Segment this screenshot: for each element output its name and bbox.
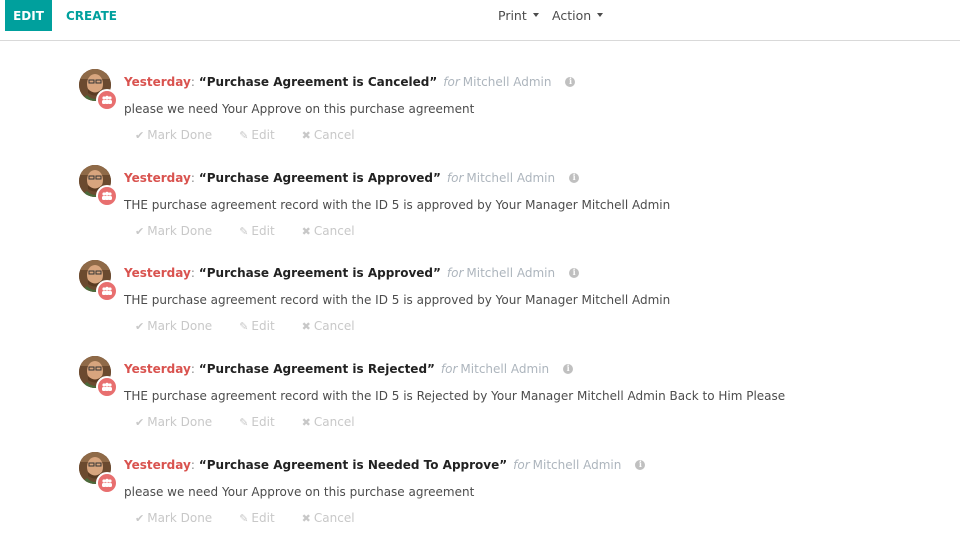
- info-icon[interactable]: [569, 267, 580, 278]
- activity-note: please we need Your Approve on this purc…: [124, 485, 475, 499]
- activity-type-badge: [96, 185, 118, 207]
- activity-actions: ✔ Mark Done ✎ Edit ✖ Cancel: [135, 319, 382, 333]
- edit-activity-button[interactable]: ✎ Edit: [239, 319, 274, 333]
- pencil-icon: ✎: [239, 224, 249, 238]
- activity-summary: “Purchase Agreement is Approved”: [198, 266, 441, 280]
- mark-done-button[interactable]: ✔ Mark Done: [135, 319, 212, 333]
- activity-note: THE purchase agreement record with the I…: [124, 389, 786, 403]
- check-icon: ✔: [135, 415, 145, 429]
- assigned-user: Mitchell Admin: [460, 362, 550, 376]
- for-label: for: [440, 362, 458, 376]
- users-icon: [102, 478, 112, 487]
- print-label: Print: [498, 8, 527, 23]
- for-label: for: [443, 75, 460, 89]
- activity-date: Yesterday: [124, 75, 191, 89]
- action-dropdown[interactable]: Action: [552, 0, 604, 31]
- for-label: for: [446, 266, 464, 280]
- activity-item: Yesterday: “Purchase Agreement is Cancel…: [79, 69, 939, 164]
- check-icon: ✔: [135, 511, 145, 525]
- cancel-activity-button[interactable]: ✖ Cancel: [302, 224, 355, 238]
- users-icon: [102, 95, 112, 104]
- mark-done-button[interactable]: ✔ Mark Done: [135, 511, 212, 525]
- caret-down-icon: [597, 12, 604, 17]
- activity-header: Yesterday: “Purchase Agreement is Reject…: [124, 362, 574, 376]
- close-icon: ✖: [301, 319, 311, 333]
- print-dropdown[interactable]: Print: [498, 0, 539, 31]
- activity-note: THE purchase agreement record with the I…: [124, 293, 671, 307]
- activity-date: Yesterday: [124, 362, 191, 376]
- activity-item: Yesterday: “Purchase Agreement is Needed…: [79, 452, 939, 547]
- cancel-activity-button[interactable]: ✖ Cancel: [302, 415, 355, 429]
- edit-button[interactable]: EDIT: [5, 0, 52, 31]
- info-icon[interactable]: [565, 76, 576, 87]
- mark-done-button[interactable]: ✔ Mark Done: [135, 415, 212, 429]
- assigned-user: Mitchell Admin: [532, 458, 622, 472]
- activity-type-badge: [96, 89, 118, 111]
- activity-summary: “Purchase Agreement is Approved”: [198, 171, 441, 185]
- pencil-icon: ✎: [239, 128, 249, 142]
- edit-activity-button[interactable]: ✎ Edit: [239, 415, 274, 429]
- control-panel: EDIT CREATE Print Action: [0, 0, 960, 41]
- info-icon[interactable]: [635, 459, 646, 470]
- info-icon[interactable]: [569, 172, 580, 183]
- check-icon: ✔: [135, 128, 145, 142]
- activity-type-badge: [96, 280, 118, 302]
- close-icon: ✖: [301, 415, 311, 429]
- info-icon[interactable]: [563, 363, 574, 374]
- activity-item: Yesterday: “Purchase Agreement is Approv…: [79, 260, 939, 355]
- users-icon: [102, 286, 112, 295]
- check-icon: ✔: [135, 224, 145, 238]
- mark-done-button[interactable]: ✔ Mark Done: [135, 128, 212, 142]
- activity-note: THE purchase agreement record with the I…: [124, 198, 671, 212]
- activity-header: Yesterday: “Purchase Agreement is Cancel…: [124, 75, 576, 89]
- assigned-user: Mitchell Admin: [466, 171, 556, 185]
- assigned-user: Mitchell Admin: [462, 75, 552, 89]
- edit-activity-button[interactable]: ✎ Edit: [239, 128, 274, 142]
- activity-actions: ✔ Mark Done ✎ Edit ✖ Cancel: [135, 128, 382, 142]
- caret-down-icon: [532, 12, 539, 17]
- activity-actions: ✔ Mark Done ✎ Edit ✖ Cancel: [135, 415, 382, 429]
- assigned-user: Mitchell Admin: [466, 266, 556, 280]
- activity-header: Yesterday: “Purchase Agreement is Approv…: [124, 171, 580, 185]
- users-icon: [102, 191, 112, 200]
- activity-date: Yesterday: [124, 171, 191, 185]
- activity-summary: “Purchase Agreement is Canceled”: [198, 75, 438, 89]
- edit-activity-button[interactable]: ✎ Edit: [239, 224, 274, 238]
- activity-summary: “Purchase Agreement is Needed To Approve…: [198, 458, 508, 472]
- activity-actions: ✔ Mark Done ✎ Edit ✖ Cancel: [135, 224, 382, 238]
- pencil-icon: ✎: [239, 415, 249, 429]
- close-icon: ✖: [301, 511, 311, 525]
- for-label: for: [513, 458, 530, 472]
- check-icon: ✔: [135, 319, 145, 333]
- activity-actions: ✔ Mark Done ✎ Edit ✖ Cancel: [135, 511, 382, 525]
- activity-summary: “Purchase Agreement is Rejected”: [198, 362, 435, 376]
- close-icon: ✖: [301, 128, 311, 142]
- mark-done-button[interactable]: ✔ Mark Done: [135, 224, 212, 238]
- activity-note: please we need Your Approve on this purc…: [124, 102, 475, 116]
- activity-type-badge: [96, 376, 118, 398]
- activity-date: Yesterday: [124, 266, 191, 280]
- activity-header: Yesterday: “Purchase Agreement is Needed…: [124, 458, 646, 472]
- cancel-activity-button[interactable]: ✖ Cancel: [302, 128, 355, 142]
- for-label: for: [446, 171, 464, 185]
- activity-item: Yesterday: “Purchase Agreement is Reject…: [79, 356, 939, 451]
- users-icon: [102, 382, 112, 391]
- create-button[interactable]: CREATE: [60, 0, 123, 31]
- activity-date: Yesterday: [124, 458, 191, 472]
- activity-item: Yesterday: “Purchase Agreement is Approv…: [79, 165, 939, 260]
- action-label: Action: [552, 8, 592, 23]
- activity-header: Yesterday: “Purchase Agreement is Approv…: [124, 266, 580, 280]
- pencil-icon: ✎: [239, 319, 249, 333]
- cancel-activity-button[interactable]: ✖ Cancel: [302, 319, 355, 333]
- activity-type-badge: [96, 472, 118, 494]
- cancel-activity-button[interactable]: ✖ Cancel: [302, 511, 355, 525]
- close-icon: ✖: [301, 224, 311, 238]
- edit-activity-button[interactable]: ✎ Edit: [239, 511, 274, 525]
- pencil-icon: ✎: [239, 511, 249, 525]
